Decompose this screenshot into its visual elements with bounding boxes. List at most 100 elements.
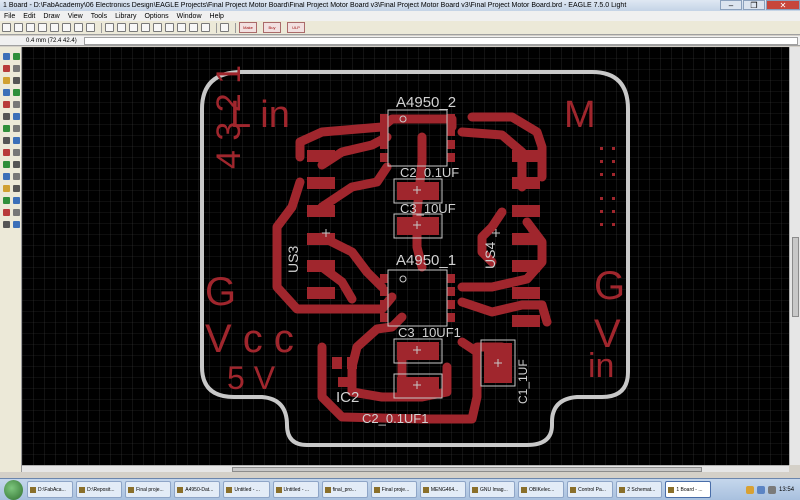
print-icon[interactable] xyxy=(26,23,35,32)
part-c3-bottom: C3_10UF1 xyxy=(398,325,461,340)
taskbar-item[interactable]: 2 Schemat... xyxy=(616,481,663,498)
vertical-scroll-thumb[interactable] xyxy=(792,237,799,317)
tool-button[interactable] xyxy=(13,197,20,204)
horizontal-scrollbar[interactable] xyxy=(22,465,789,472)
taskbar-item[interactable]: D:\FabAca... xyxy=(26,481,74,498)
tool-button[interactable] xyxy=(13,173,20,180)
save-icon[interactable] xyxy=(14,23,23,32)
command-bar: 0.4 mm (72.4 42.4) xyxy=(0,36,800,46)
taskbar-item[interactable]: GNU Imag... xyxy=(468,481,516,498)
menu-options[interactable]: Options xyxy=(140,13,172,20)
part-c2-top: C2_0.1UF xyxy=(400,165,459,180)
menu-edit[interactable]: Edit xyxy=(19,13,39,20)
tool-button[interactable] xyxy=(3,185,10,192)
command-input[interactable] xyxy=(84,36,798,45)
taskbar-item[interactable]: final_pro... xyxy=(321,481,368,498)
tool-button[interactable] xyxy=(3,77,10,84)
tool-button[interactable] xyxy=(3,197,10,204)
vertical-scrollbar[interactable] xyxy=(789,47,800,465)
tool-button[interactable] xyxy=(13,113,20,120)
menu-help[interactable]: Help xyxy=(206,13,228,20)
ulp-button[interactable]: ULP xyxy=(287,22,305,33)
taskbar-item[interactable]: Final proje... xyxy=(370,481,417,498)
stop-icon[interactable] xyxy=(189,23,198,32)
volume-icon[interactable] xyxy=(768,485,777,494)
buy-button[interactable]: Buy xyxy=(263,22,281,33)
tool-button[interactable] xyxy=(3,173,10,180)
tool-button[interactable] xyxy=(13,221,20,228)
tool-button[interactable] xyxy=(13,185,20,192)
tool-button[interactable] xyxy=(13,125,20,132)
tool-button[interactable] xyxy=(3,221,10,228)
taskbar-item[interactable]: Untitled - ... xyxy=(223,481,270,498)
close-button[interactable]: ✕ xyxy=(766,0,800,10)
menu-view[interactable]: View xyxy=(64,13,87,20)
tool-button[interactable] xyxy=(3,137,10,144)
taskbar-item[interactable]: Untitled - ... xyxy=(272,481,319,498)
network-icon[interactable] xyxy=(757,485,766,494)
tool-button[interactable] xyxy=(13,53,20,60)
taskbar-item[interactable]: MENG464... xyxy=(419,481,466,498)
tool-button[interactable] xyxy=(3,209,10,216)
tool-button[interactable] xyxy=(13,101,20,108)
tray-icon[interactable] xyxy=(746,485,755,494)
make-button[interactable]: Make xyxy=(239,22,257,33)
board-canvas[interactable]: L in M 4 3 2 1 G V c c 5 V G V in A4950_… xyxy=(22,47,789,465)
go-icon[interactable] xyxy=(201,23,210,32)
tool-button[interactable] xyxy=(13,149,20,156)
zoom-fit-icon[interactable] xyxy=(105,23,114,32)
tool-button[interactable] xyxy=(3,89,10,96)
tool-button[interactable] xyxy=(3,113,10,120)
label-numbers: 4 3 2 1 xyxy=(210,65,248,169)
tool-button[interactable] xyxy=(3,65,10,72)
zoom-in-icon[interactable] xyxy=(117,23,126,32)
tool-button[interactable] xyxy=(3,53,10,60)
menu-file[interactable]: File xyxy=(0,13,19,20)
tool-button[interactable] xyxy=(3,125,10,132)
cam-icon[interactable] xyxy=(38,23,47,32)
board-icon[interactable] xyxy=(62,23,71,32)
toolbar-separator xyxy=(216,22,217,33)
part-ic2: IC2 xyxy=(336,389,359,406)
taskbar-item[interactable]: OBIKelec... xyxy=(518,481,565,498)
zoom-out-icon[interactable] xyxy=(129,23,138,32)
script-icon[interactable] xyxy=(74,23,83,32)
tool-button[interactable] xyxy=(13,89,20,96)
upload-icon[interactable] xyxy=(50,23,59,32)
menu-tools[interactable]: Tools xyxy=(87,13,111,20)
part-c2-bottom: C2_0.1UF1 xyxy=(362,411,428,426)
part-a4950-2: A4950_2 xyxy=(396,94,456,111)
tool-button[interactable] xyxy=(13,137,20,144)
tool-button[interactable] xyxy=(13,209,20,216)
redo-icon[interactable] xyxy=(177,23,186,32)
tool-button[interactable] xyxy=(13,77,20,84)
clock[interactable]: 13:54 xyxy=(779,487,794,493)
tool-button[interactable] xyxy=(3,101,10,108)
horizontal-scroll-thumb[interactable] xyxy=(232,467,702,472)
part-c3-top: C3_10UF xyxy=(400,201,456,216)
taskbar-item-active[interactable]: 1 Board - ... xyxy=(665,481,712,498)
toolbar-separator xyxy=(101,22,102,33)
menu-library[interactable]: Library xyxy=(111,13,140,20)
tool-button[interactable] xyxy=(3,161,10,168)
menu-draw[interactable]: Draw xyxy=(39,13,63,20)
zoom-redraw-icon[interactable] xyxy=(141,23,150,32)
help-icon[interactable] xyxy=(220,23,229,32)
new-icon[interactable] xyxy=(2,23,11,32)
minimize-button[interactable]: – xyxy=(720,0,742,10)
taskbar-item[interactable]: A4950-Dat... xyxy=(174,481,221,498)
maximize-button[interactable]: ❐ xyxy=(743,0,765,10)
start-button[interactable] xyxy=(4,479,23,500)
tool-button[interactable] xyxy=(13,161,20,168)
tool-button[interactable] xyxy=(13,65,20,72)
tool-button[interactable] xyxy=(3,149,10,156)
label-g-right: G xyxy=(594,264,625,308)
system-tray: 13:54 xyxy=(714,480,800,500)
run-icon[interactable] xyxy=(86,23,95,32)
taskbar-item[interactable]: Final proje... xyxy=(125,481,172,498)
taskbar-item[interactable]: Control Pa... xyxy=(567,481,614,498)
zoom-select-icon[interactable] xyxy=(153,23,162,32)
taskbar-item[interactable]: D:\Reposit... xyxy=(76,481,123,498)
undo-icon[interactable] xyxy=(165,23,174,32)
menu-window[interactable]: Window xyxy=(173,13,206,20)
